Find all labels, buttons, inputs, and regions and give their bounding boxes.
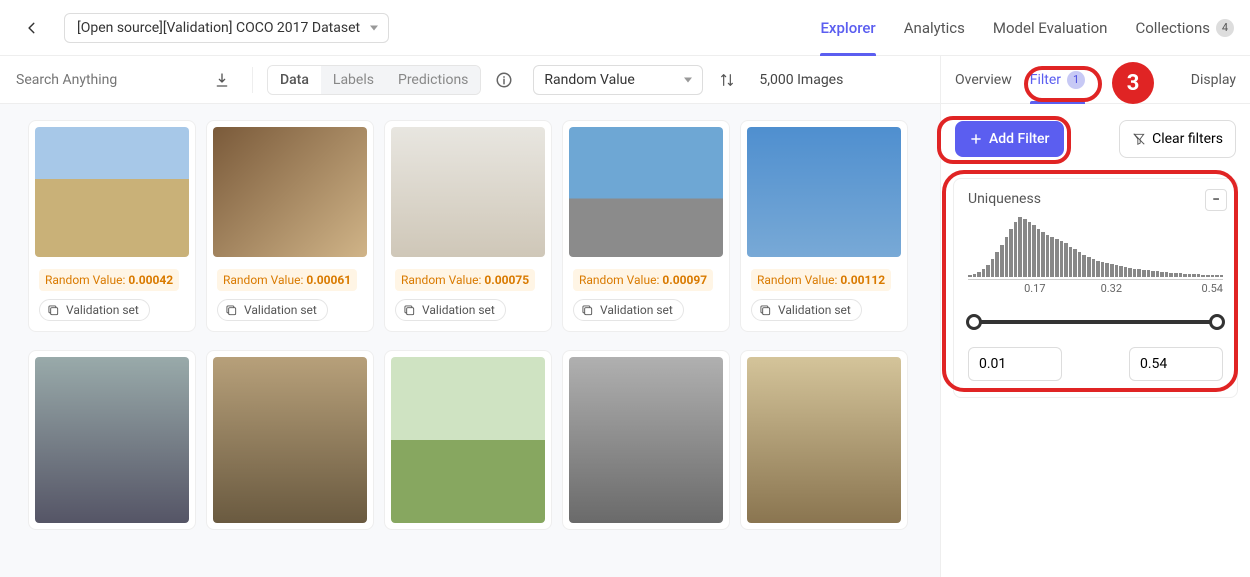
thumbnail <box>391 357 545 523</box>
clear-filters-label: Clear filters <box>1152 131 1223 147</box>
random-value-chip: Random Value: 0.00097 <box>573 269 713 291</box>
app-header: [Open source][Validation] COCO 2017 Data… <box>0 0 1250 56</box>
rp-tab-overview[interactable]: Overview <box>955 56 1012 103</box>
image-card[interactable]: Random Value: 0.00061 Validation set <box>206 120 374 332</box>
axis-tick: 0.17 <box>1024 282 1045 295</box>
thumbnail <box>569 357 723 523</box>
seg-predictions[interactable]: Predictions <box>386 66 480 94</box>
set-chip: Validation set <box>751 299 862 321</box>
view-segment: Data Labels Predictions <box>267 65 481 95</box>
histogram-axis: 0.17 0.32 0.54 <box>968 279 1223 299</box>
clear-icon <box>1132 132 1146 146</box>
back-button[interactable] <box>16 12 48 44</box>
info-icon[interactable] <box>495 71 513 89</box>
set-chip: Validation set <box>39 299 150 321</box>
uniqueness-histogram <box>968 217 1223 277</box>
rp-tab-display[interactable]: Display <box>1191 56 1236 103</box>
image-card[interactable]: Random Value: 0.00097 Validation set <box>562 120 730 332</box>
set-chip: Validation set <box>573 299 684 321</box>
thumbnail <box>213 127 367 257</box>
slider-thumb-min[interactable] <box>966 314 982 330</box>
tab-collections[interactable]: Collections 4 <box>1135 0 1234 55</box>
random-value-chip: Random Value: 0.00112 <box>751 269 891 291</box>
image-card[interactable] <box>206 350 374 530</box>
seg-data[interactable]: Data <box>268 66 321 94</box>
filter-title: Uniqueness <box>968 191 1223 207</box>
collections-count-badge: 4 <box>1216 19 1234 37</box>
sort-select[interactable]: Random Value <box>533 65 703 95</box>
set-chip: Validation set <box>395 299 506 321</box>
sort-direction-button[interactable] <box>715 68 739 92</box>
add-filter-label: Add Filter <box>989 131 1050 147</box>
search-input[interactable] <box>16 66 194 94</box>
image-card[interactable] <box>740 350 908 530</box>
filter-uniqueness: Uniqueness − 0.17 0.32 0.54 <box>953 178 1238 398</box>
range-slider[interactable] <box>968 307 1223 337</box>
main-tabs: Explorer Analytics Model Evaluation Coll… <box>820 0 1234 55</box>
divider <box>252 67 253 93</box>
image-count: 5,000 Images <box>759 72 843 88</box>
image-gallery: Random Value: 0.00042 Validation set Ran… <box>0 104 940 577</box>
download-button[interactable] <box>206 66 238 94</box>
thumbnail <box>569 127 723 257</box>
rp-controls: Add Filter Clear filters <box>941 104 1250 158</box>
rp-tab-filter-label: Filter <box>1030 72 1061 88</box>
random-value-chip: Random Value: 0.00042 <box>39 269 179 291</box>
plus-icon <box>969 132 983 146</box>
set-chip: Validation set <box>217 299 328 321</box>
image-card[interactable]: Random Value: 0.00112 Validation set <box>740 120 908 332</box>
right-panel-tabs: Overview Filter 1 Display <box>941 56 1250 104</box>
random-value-chip: Random Value: 0.00075 <box>395 269 535 291</box>
slider-line <box>974 320 1217 324</box>
stack-icon <box>402 303 416 317</box>
range-max-input[interactable] <box>1129 347 1223 381</box>
stack-icon <box>580 303 594 317</box>
stack-icon <box>758 303 772 317</box>
slider-thumb-max[interactable] <box>1209 314 1225 330</box>
thumbnail <box>213 357 367 523</box>
image-card[interactable]: Random Value: 0.00042 Validation set <box>28 120 196 332</box>
tab-analytics[interactable]: Analytics <box>904 0 965 55</box>
thumbnail <box>35 127 189 257</box>
filter-count-badge: 1 <box>1067 71 1085 89</box>
stack-icon <box>224 303 238 317</box>
thumbnail <box>747 357 901 523</box>
dataset-selector[interactable]: [Open source][Validation] COCO 2017 Data… <box>64 13 389 43</box>
axis-tick: 0.54 <box>1202 282 1223 295</box>
image-card[interactable] <box>28 350 196 530</box>
add-filter-button[interactable]: Add Filter <box>955 121 1064 157</box>
seg-labels[interactable]: Labels <box>321 66 386 94</box>
range-inputs <box>968 347 1223 381</box>
axis-tick: 0.32 <box>1101 282 1122 295</box>
dataset-name: [Open source][Validation] COCO 2017 Data… <box>77 20 360 36</box>
search-wrap <box>16 66 194 94</box>
random-value-chip: Random Value: 0.00061 <box>217 269 357 291</box>
tab-model-evaluation[interactable]: Model Evaluation <box>993 0 1108 55</box>
thumbnail <box>35 357 189 523</box>
rp-tab-filter[interactable]: Filter 1 <box>1030 56 1085 103</box>
range-min-input[interactable] <box>968 347 1062 381</box>
tab-explorer[interactable]: Explorer <box>820 0 875 55</box>
image-card[interactable] <box>562 350 730 530</box>
collapse-filter-button[interactable]: − <box>1205 189 1227 211</box>
image-card[interactable]: Random Value: 0.00075 Validation set <box>384 120 552 332</box>
thumbnail <box>747 127 901 257</box>
sort-label: Random Value <box>544 72 634 88</box>
image-card[interactable] <box>384 350 552 530</box>
right-panel: Overview Filter 1 Display Add Filter Cle… <box>940 56 1250 577</box>
stack-icon <box>46 303 60 317</box>
tab-collections-label: Collections <box>1135 19 1210 37</box>
clear-filters-button[interactable]: Clear filters <box>1119 120 1236 158</box>
thumbnail <box>391 127 545 257</box>
